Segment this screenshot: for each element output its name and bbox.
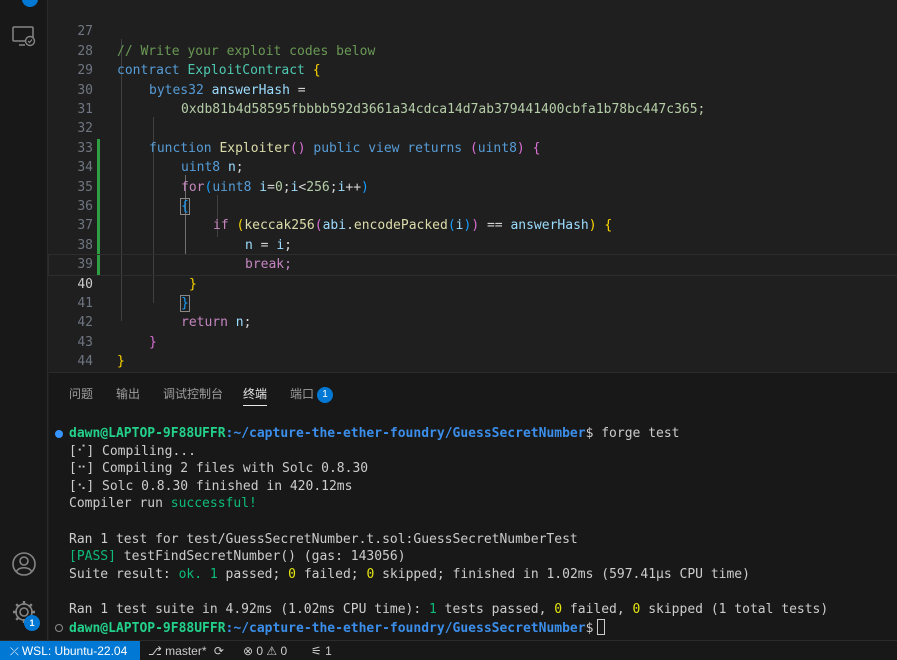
command-text: forge test xyxy=(593,426,680,441)
tab-ports[interactable]: 端口 1 xyxy=(290,385,334,403)
prompt-symbol: $ xyxy=(585,620,594,636)
terminal-line: Compiler run successful! xyxy=(69,495,257,513)
branch-status[interactable]: ⎇ master* ⟳ xyxy=(148,641,224,660)
problems-status[interactable]: ⊗ 0 ⚠ 0 xyxy=(243,641,287,660)
bottom-panel: 问题 输出 调试控制台 终端 端口 1 dawn@LAPTOP-9F88UFFR:… xyxy=(49,372,897,640)
code-line: 44 xyxy=(49,333,897,369)
summary-rest: skipped (1 total tests) xyxy=(640,602,829,617)
command-decoration-icon[interactable] xyxy=(55,624,63,632)
tab-ports-label: 端口 xyxy=(290,387,315,401)
code-editor[interactable]: 27 // Write your exploit codes below 28 … xyxy=(48,0,897,372)
code-line: 28 contract ExploitContract { xyxy=(49,22,897,78)
code-line: 32 function Exploiter() public view retu… xyxy=(49,100,897,155)
compiler-run-prefix: Compiler run xyxy=(69,496,171,512)
account-icon[interactable] xyxy=(0,544,48,584)
suite-failed-num: 0 xyxy=(288,566,296,582)
suite-ok: ok. xyxy=(178,566,203,582)
error-count: 0 xyxy=(256,644,264,658)
code-line: 27 // Write your exploit codes below xyxy=(49,3,897,58)
command-decoration-icon[interactable] xyxy=(55,430,63,438)
prompt-path: :~/capture-the-ether-foundry/GuessSecret… xyxy=(225,426,586,441)
terminal-line: [⠒] Compiling 2 files with Solc 0.8.30 xyxy=(69,461,369,477)
activity-top-badge xyxy=(22,0,38,7)
code-line: 43 } xyxy=(49,313,897,369)
panel-tabs: 问题 输出 调试控制台 终端 端口 1 xyxy=(49,373,897,413)
warning-count: 0 xyxy=(280,644,288,658)
code-line: 34 for(uint8 i=0;i<256;i++) xyxy=(49,139,897,194)
code-line-current: 40 } xyxy=(48,254,897,312)
suite-passed: passed; xyxy=(217,566,289,582)
terminal-line: dawn@LAPTOP-9F88UFFR:~/capture-the-ether… xyxy=(69,425,680,443)
sync-icon[interactable]: ⟳ xyxy=(214,644,224,658)
suite-passed-num: 1 xyxy=(209,566,218,582)
suite-rest: skipped; finished in 1.02ms (597.41µs CP… xyxy=(374,566,750,582)
error-icon: ⊗ xyxy=(243,644,257,658)
code-line: 29 bytes32 answerHash = xyxy=(49,42,897,97)
summary-passed-num: 1 xyxy=(429,602,437,617)
remote-label: WSL: Ubuntu-22.04 xyxy=(21,644,128,658)
code-line: 33 uint8 n; xyxy=(49,119,897,175)
terminal-prompt-line[interactable]: dawn@LAPTOP-9F88UFFR:~/capture-the-ether… xyxy=(69,618,606,637)
ports-badge: 1 xyxy=(317,386,334,403)
ports-status[interactable]: ⚟ 1 xyxy=(311,641,332,660)
suite-failed: failed; xyxy=(296,566,367,582)
terminal-line: [⠢] Solc 0.8.30 finished in 420.12ms xyxy=(69,478,353,494)
compiler-run-status: successful! xyxy=(170,496,257,512)
prompt-user: dawn@LAPTOP-9F88UFFR xyxy=(69,620,226,636)
branch-label: master* xyxy=(165,644,207,658)
pass-tag: [PASS] xyxy=(69,549,116,565)
terminal-line: [⠊] Compiling... xyxy=(69,443,196,459)
tab-problems[interactable]: 问题 xyxy=(69,385,93,402)
manage-badge: 1 xyxy=(24,615,40,631)
summary-failed-num: 0 xyxy=(554,602,563,617)
code-line: 42 } xyxy=(49,294,897,349)
activity-bar: 1 xyxy=(0,0,48,640)
remote-icon: ⤫ xyxy=(10,646,22,658)
code-line: 38 break; xyxy=(49,216,897,272)
terminal-line: Ran 1 test suite in 4.92ms (1.02ms CPU t… xyxy=(69,601,828,619)
git-branch-icon: ⎇ xyxy=(148,644,166,658)
suite-prefix: Suite result: xyxy=(69,566,179,582)
prompt-user: dawn@LAPTOP-9F88UFFR xyxy=(69,426,226,441)
summary-passed: tests passed, xyxy=(436,602,555,617)
prompt-path: :~/capture-the-ether-foundry/GuessSecret… xyxy=(225,620,586,636)
status-bar: ⤫ WSL: Ubuntu-22.04 ⎇ master* ⟳ ⊗ 0 ⚠ 0 … xyxy=(0,640,897,660)
code-line: 30 0xdb81b4d58595fbbbb592d3661a34cdca14d… xyxy=(49,61,897,117)
code-line: 36 if (keccak256(abi.encodePacked(i)) ==… xyxy=(49,178,897,233)
code-line: 39 } xyxy=(49,236,897,291)
terminal-line: Ran 1 test for test/GuessSecretNumber.t.… xyxy=(69,531,578,547)
account-icon-svg xyxy=(12,552,36,576)
terminal-cursor xyxy=(597,618,606,635)
pass-text: testFindSecretNumber() (gas: 143056) xyxy=(115,549,406,565)
terminal-line: Suite result: ok. 1 passed; 0 failed; 0 … xyxy=(69,566,750,584)
tab-output[interactable]: 输出 xyxy=(116,385,140,402)
tab-debug-console[interactable]: 调试控制台 xyxy=(163,385,223,402)
warning-icon: ⚠ xyxy=(266,644,281,658)
code-text: } xyxy=(117,354,125,370)
broadcast-icon: ⚟ xyxy=(311,644,326,658)
code-line: 37 n = i; xyxy=(49,197,897,252)
code-line: 31 xyxy=(49,81,897,117)
summary-prefix: Ran 1 test suite in 4.92ms (1.02ms CPU t… xyxy=(69,602,430,617)
code-line: 35 { xyxy=(49,158,897,215)
remote-indicator[interactable]: ⤫ WSL: Ubuntu-22.04 xyxy=(0,641,140,660)
remote-explorer-icon[interactable] xyxy=(0,16,48,56)
ports-count: 1 xyxy=(325,644,332,658)
summary-failed: failed, xyxy=(562,602,633,617)
line-number: 44 xyxy=(77,354,93,370)
terminal-line: [PASS] testFindSecretNumber() (gas: 1430… xyxy=(69,548,406,566)
remote-explorer-icon-svg xyxy=(12,26,36,47)
code-line: 41 return n; xyxy=(49,275,897,330)
tab-terminal[interactable]: 终端 xyxy=(243,385,268,406)
